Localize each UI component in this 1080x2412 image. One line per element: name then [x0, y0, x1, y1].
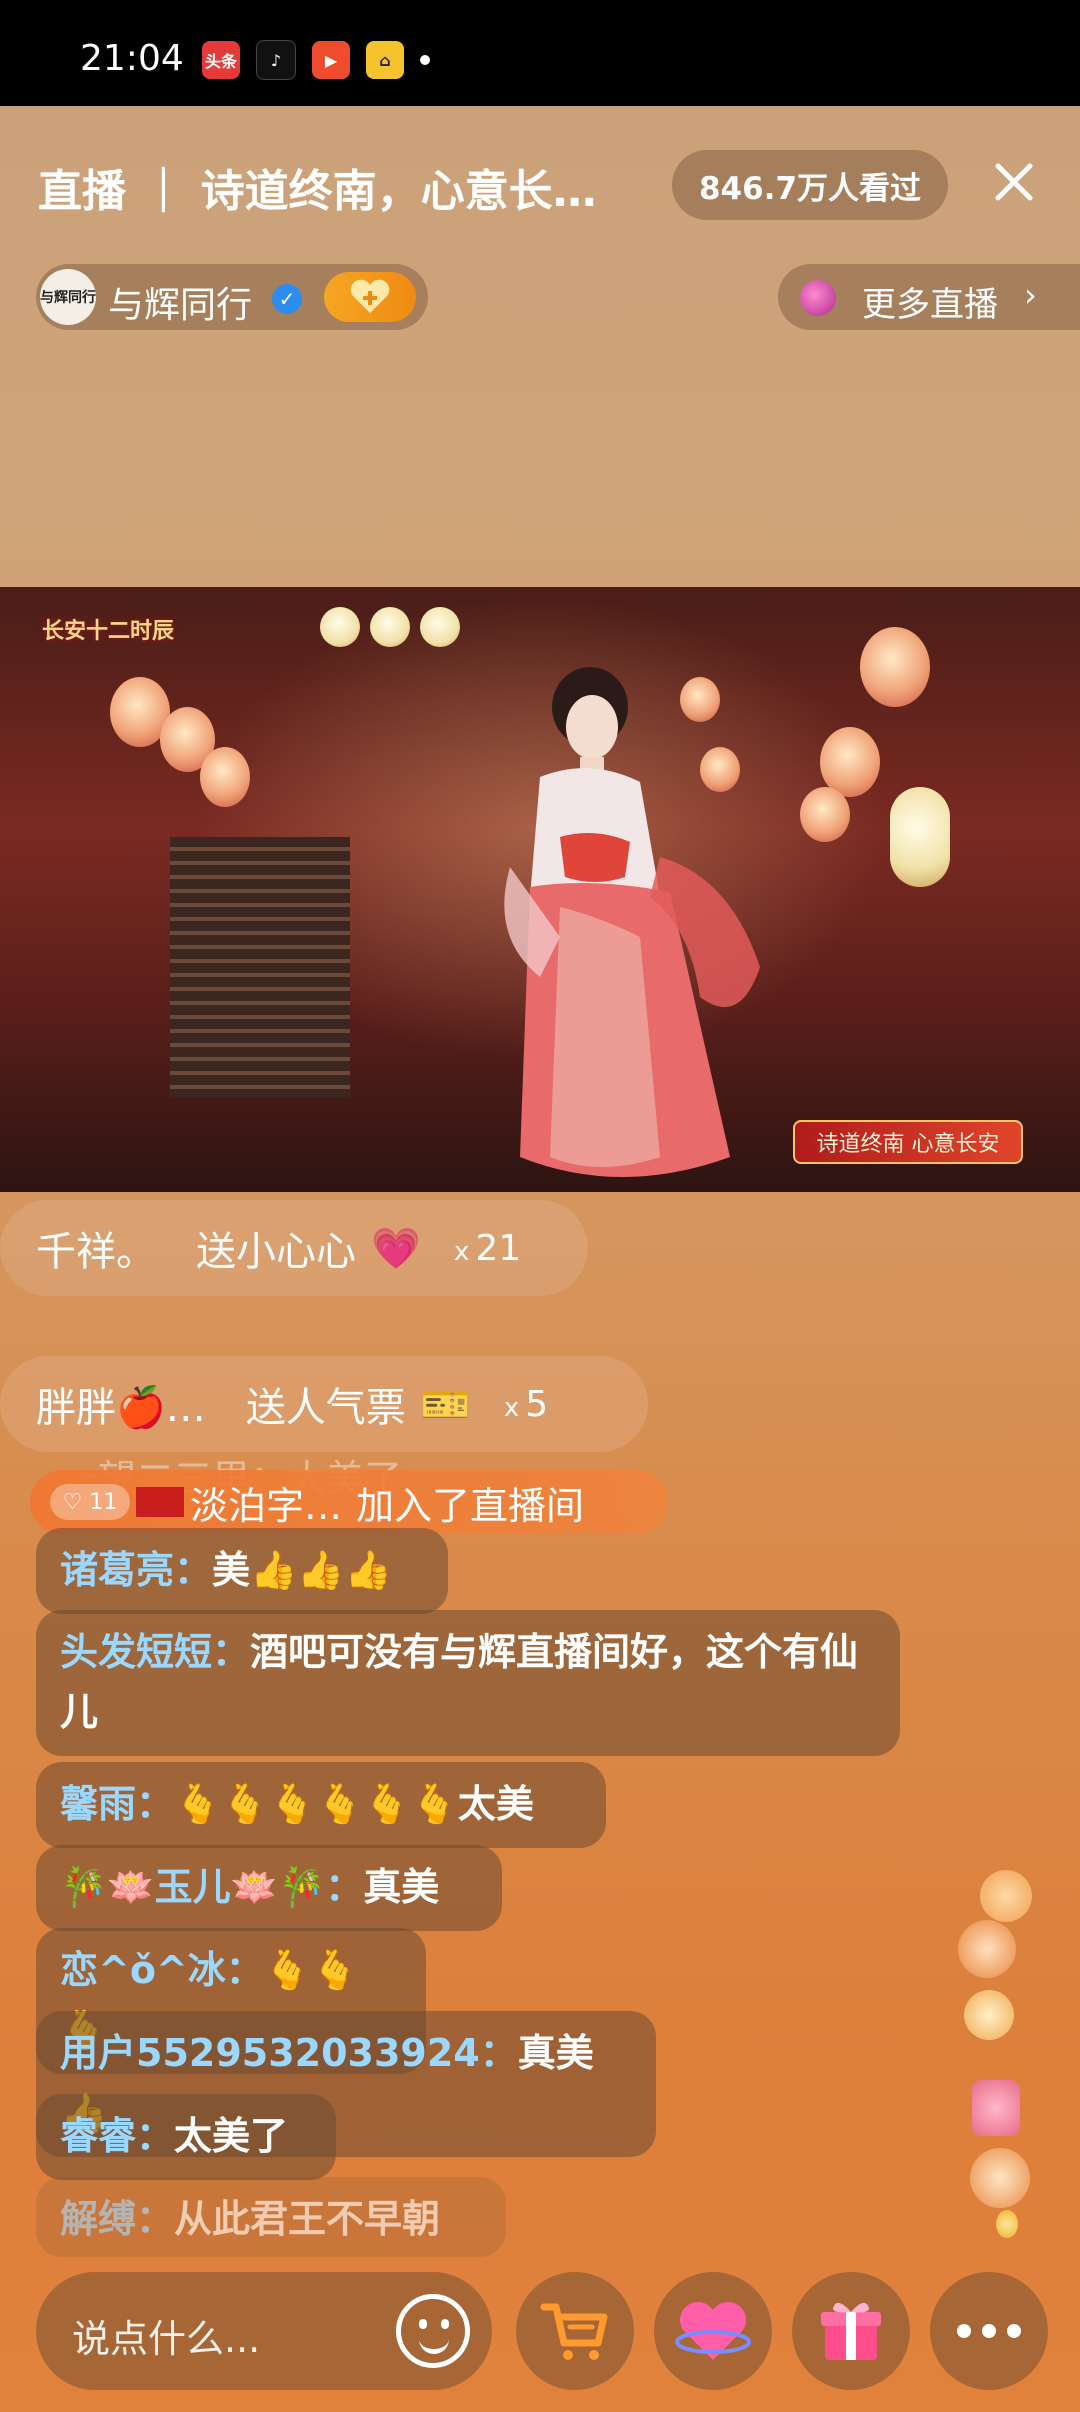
join-text: 加入了直播间: [356, 1483, 585, 1528]
status-time: 21:04: [80, 38, 184, 79]
follow-heart-button[interactable]: [324, 272, 416, 322]
lantern-decoration: [200, 747, 250, 807]
comment-item[interactable]: 馨雨：🫰🫰🫰🫰🫰🫰太美: [36, 1762, 606, 1848]
comment-author[interactable]: 馨雨：: [60, 1782, 174, 1826]
floating-gift-icon: [958, 1920, 1016, 1978]
tiktok-icon: ♪: [256, 40, 296, 80]
lantern-decoration: [320, 607, 360, 647]
floating-likes: [950, 1870, 1040, 2250]
comment-input-placeholder: 说点什么...: [72, 2317, 261, 2361]
emoji-icon[interactable]: [396, 2294, 470, 2368]
shopping-cart-icon: [540, 2303, 608, 2360]
shopping-cart-button[interactable]: [516, 2272, 634, 2390]
gift-notification: 千祥。 送小心心 💗 x 21: [0, 1200, 588, 1296]
viewer-count[interactable]: 846.7万人看过: [672, 150, 948, 220]
host-name[interactable]: 与辉同行: [108, 276, 252, 328]
comment-author[interactable]: 🎋🪷玉儿🪷🎋：: [60, 1865, 363, 1909]
comment-text: 太美了: [174, 2114, 289, 2158]
comment-item[interactable]: 解缚：从此君王不早朝: [36, 2177, 506, 2257]
comment-text: 从此君王不早朝: [174, 2197, 441, 2241]
status-bar: 21:04 头条 ♪ ▶ ⌂: [0, 0, 1080, 106]
comment-item[interactable]: 头发短短：酒吧可没有与辉直播间好，这个有仙儿: [36, 1610, 900, 1756]
lantern-decoration: [420, 607, 460, 647]
comment-author[interactable]: 解缚：: [60, 2197, 174, 2241]
join-user: 淡泊字…: [190, 1483, 343, 1528]
video-play-icon: ▶: [312, 41, 350, 79]
gift-count: x5: [503, 1383, 549, 1425]
comment-item[interactable]: 🎋🪷玉儿🪷🎋：真美: [36, 1845, 502, 1931]
comment-item[interactable]: 睿睿：太美了: [36, 2094, 336, 2180]
lantern-decoration: [860, 627, 930, 707]
more-live-button[interactable]: 更多直播 ›: [778, 264, 1080, 330]
ticket-gift-icon: 🎫: [420, 1381, 471, 1428]
comment-author[interactable]: 用户5529532033924：: [60, 2031, 518, 2075]
notification-icons: 头条 ♪ ▶ ⌂: [202, 40, 430, 80]
show-badge: 诗道终南 心意长安: [793, 1120, 1023, 1164]
gift-count: x 21: [454, 1227, 522, 1269]
host-info[interactable]: 与辉同行 与辉同行 ✓: [36, 264, 428, 330]
gift-sender: 胖胖🍎…: [36, 1385, 206, 1431]
like-heart-button[interactable]: [654, 2272, 772, 2390]
fan-badge-icon: [136, 1487, 184, 1517]
gift-text: 送小心心: [196, 1229, 356, 1275]
join-notice: ♡ 11 淡泊字… 加入了直播间: [30, 1470, 668, 1534]
gift-box-icon: [821, 2302, 881, 2360]
car-app-icon: ⌂: [366, 41, 404, 79]
planet-icon: [800, 280, 836, 316]
comment-item[interactable]: 诸葛亮：美👍👍👍: [36, 1528, 448, 1614]
level-badge: ♡ 11: [50, 1484, 130, 1520]
close-icon[interactable]: [990, 158, 1038, 206]
live-video[interactable]: 长安十二时辰 诗道终南 心意长安: [0, 587, 1080, 1192]
comment-text: 美👍👍👍: [212, 1548, 392, 1592]
comment-author[interactable]: 恋^ǒ^冰：: [60, 1948, 264, 1992]
toutiao-icon: 头条: [202, 41, 240, 79]
gift-button[interactable]: [792, 2272, 910, 2390]
more-live-label: 更多直播: [862, 285, 998, 325]
live-title: 直播 ｜ 诗道终南，心意长…: [38, 166, 597, 217]
floating-gift-icon: [996, 2210, 1018, 2238]
comment-input[interactable]: 说点什么...: [36, 2272, 492, 2390]
chevron-right-icon: ›: [1024, 276, 1037, 314]
lantern-decoration: [370, 607, 410, 647]
floating-gift-icon: [964, 1990, 1014, 2040]
dancer-figure: [504, 667, 760, 1177]
comment-text: 🫰🫰🫰🫰🫰🫰太美: [174, 1782, 534, 1826]
heart-icon: [675, 2301, 751, 2360]
more-dots-icon: [957, 2324, 1021, 2338]
host-avatar[interactable]: 与辉同行: [40, 269, 96, 325]
comment-author[interactable]: 诸葛亮：: [60, 1548, 212, 1592]
comment-author[interactable]: 睿睿：: [60, 2114, 174, 2158]
heart-gift-icon: 💗: [371, 1225, 421, 1272]
stairs-decoration: [170, 837, 350, 1097]
gift-notification: 胖胖🍎… 送人气票 🎫 x5: [0, 1356, 648, 1452]
more-options-button[interactable]: [930, 2272, 1048, 2390]
gift-sender: 千祥。: [36, 1229, 156, 1275]
lantern-decoration: [800, 787, 850, 842]
heart-plus-icon: [350, 279, 390, 313]
verified-icon: ✓: [272, 284, 302, 314]
floating-gift-icon: [980, 1870, 1032, 1922]
tiktok-icon: [972, 2080, 1020, 2136]
comment-text: 真美: [363, 1865, 440, 1909]
comment-author[interactable]: 头发短短：: [60, 1630, 250, 1674]
more-notifications-dot: [420, 55, 430, 65]
lantern-decoration: [890, 787, 950, 887]
floating-gift-icon: [970, 2148, 1030, 2208]
gift-text: 送人气票: [245, 1385, 406, 1431]
show-logo: 长安十二时辰: [42, 619, 175, 644]
